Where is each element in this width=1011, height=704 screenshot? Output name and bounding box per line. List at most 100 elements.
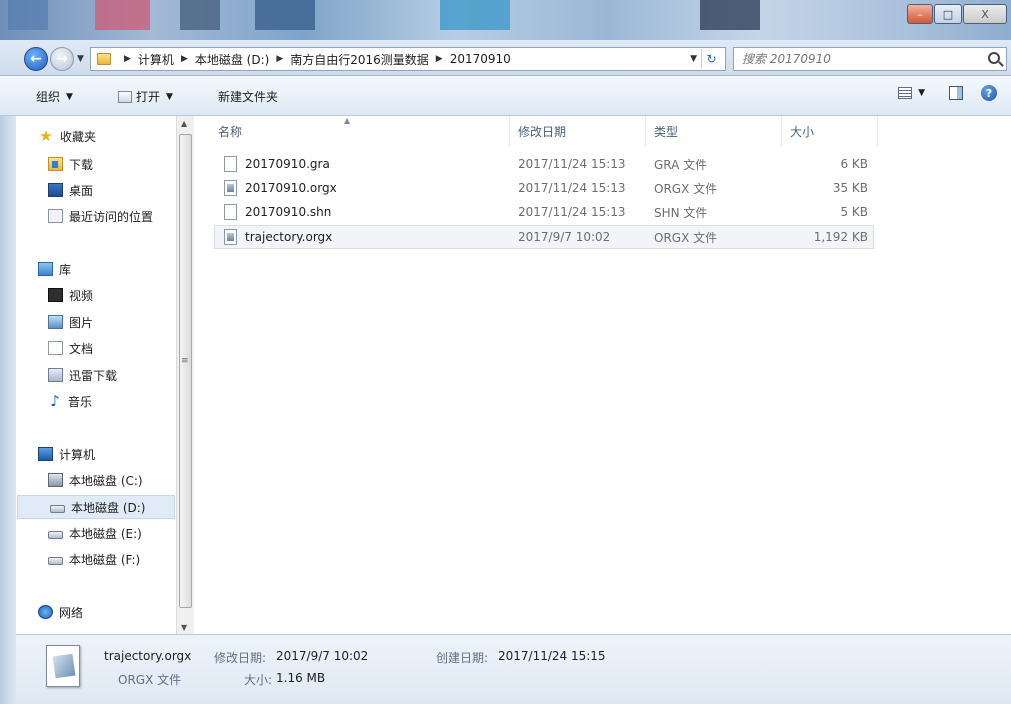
nav-pictures[interactable]: 图片 [16,310,176,334]
nav-label: 本地磁盘 (C:) [69,473,143,488]
file-size: 5 KB [840,205,868,219]
file-name-cell: 20170910.shn [224,201,331,223]
maximize-button[interactable]: □ [934,4,962,24]
video-icon [48,288,63,302]
file-modified: 2017/11/24 15:13 [518,205,626,219]
forward-button[interactable]: → [50,47,74,71]
open-menu[interactable]: 打开 ▼ [118,88,173,105]
nav-computer[interactable]: 计算机 [16,442,176,466]
nav-label: 本地磁盘 (D:) [71,500,146,515]
chevron-right-icon[interactable]: ▶ [181,54,188,64]
nav-disk-d[interactable]: 本地磁盘 (D:) [17,495,175,519]
nav-label: 桌面 [69,183,94,198]
orgx-file-icon [224,229,237,245]
nav-network[interactable]: 网络 [16,600,176,624]
star-icon: ★ [39,127,53,145]
nav-disk-e[interactable]: 本地磁盘 (E:) [16,521,176,545]
table-row[interactable]: 20170910.gra 2017/11/24 15:13 GRA 文件 6 K… [214,153,874,177]
nav-label: 最近访问的位置 [69,209,154,224]
file-list: ▲ 名称 修改日期 类型 大小 20170910.gra 2017/11/24 … [196,116,1007,634]
column-label: 修改日期 [518,124,567,139]
nav-music[interactable]: ♪ 音乐 [16,389,176,413]
search-icon[interactable] [988,52,1000,64]
xunlei-download-icon [48,368,63,382]
nav-label: 网络 [59,605,84,620]
window-title-bar: – □ X [0,0,1011,40]
nav-label: 收藏夹 [60,129,97,144]
scroll-down-icon[interactable]: ▼ [181,623,187,632]
details-pane: trajectory.orgx 修改日期: 2017/9/7 10:02 ORG… [16,634,1011,704]
nav-xunlei[interactable]: 迅雷下载 [16,363,176,387]
view-controls: ▼ ? [898,85,997,101]
new-folder-button[interactable]: 新建文件夹 [218,88,278,105]
breadcrumb-computer[interactable]: 计算机 [138,51,174,68]
help-icon[interactable]: ? [981,85,997,101]
column-label: 大小 [790,124,815,139]
navigation-scrollbar[interactable]: ▲ ≡ ▼ [176,116,194,634]
music-icon: ♪ [50,392,60,410]
breadcrumb-current[interactable]: 20170910 [450,52,511,66]
nav-downloads[interactable]: 下载 [16,152,176,176]
file-type: ORGX 文件 [654,181,718,196]
nav-disk-f[interactable]: 本地磁盘 (F:) [16,547,176,571]
table-row[interactable]: 20170910.shn 2017/11/24 15:13 SHN 文件 5 K… [214,201,874,225]
chevron-right-icon[interactable]: ▶ [276,54,283,64]
details-size-value: 1.16 MB [276,671,326,685]
open-label: 打开 [136,90,161,104]
nav-desktop[interactable]: 桌面 [16,178,176,202]
desktop-glass-4 [255,0,315,30]
computer-icon [38,447,53,461]
chevron-right-icon[interactable]: ▶ [124,54,131,64]
nav-disk-c[interactable]: 本地磁盘 (C:) [16,468,176,492]
nav-videos[interactable]: 视频 [16,283,176,307]
preview-pane-icon[interactable] [949,86,963,100]
search-box[interactable] [733,47,1007,71]
search-input[interactable] [734,52,974,66]
table-row[interactable]: 20170910.orgx 2017/11/24 15:13 ORGX 文件 3… [214,177,874,201]
chevron-right-icon[interactable]: ▶ [436,54,443,64]
desktop-glass-3 [180,0,220,30]
column-label: 类型 [654,124,679,139]
column-header-type[interactable]: 类型 [646,116,782,146]
nav-label: 计算机 [59,447,96,462]
scroll-up-icon[interactable]: ▲ [181,119,187,128]
view-options-icon[interactable] [898,87,913,99]
file-name: trajectory.orgx [245,230,333,244]
disk-drive-icon [50,505,65,513]
refresh-icon[interactable]: ↻ [701,49,721,69]
file-name: 20170910.orgx [245,181,337,195]
window-controls: – □ X [906,4,1007,24]
details-modified-value: 2017/9/7 10:02 [276,649,369,663]
details-modified-label: 修改日期: [214,651,267,665]
chevron-down-icon[interactable]: ▼ [918,88,925,98]
breadcrumb-disk-d[interactable]: 本地磁盘 (D:) [195,51,269,68]
column-header-name[interactable]: 名称 [210,116,510,146]
minimize-button[interactable]: – [907,4,933,24]
file-type: ORGX 文件 [654,230,718,245]
desktop-icon [48,183,63,197]
nav-documents[interactable]: 文档 [16,336,176,360]
nav-recent[interactable]: 最近访问的位置 [16,204,176,228]
back-button[interactable]: ← [24,47,48,71]
address-bar[interactable]: ▶ 计算机 ▶ 本地磁盘 (D:) ▶ 南方自由行2016测量数据 ▶ 2017… [90,47,726,71]
table-row[interactable]: trajectory.orgx 2017/9/7 10:02 ORGX 文件 1… [214,225,874,249]
scrollbar-thumb[interactable] [179,134,192,608]
close-button[interactable]: X [963,4,1007,24]
file-size: 35 KB [832,181,868,195]
desktop-glass-2 [95,0,150,30]
desktop-glass-6 [700,0,760,30]
address-dropdown-icon[interactable]: ▼ [690,54,697,64]
file-name-cell: 20170910.gra [224,153,330,175]
library-icon [38,262,53,276]
orgx-file-icon [46,645,80,687]
nav-libraries[interactable]: 库 [16,257,176,281]
nav-favorites[interactable]: ★ 收藏夹 [16,124,176,148]
column-header-size[interactable]: 大小 [782,116,878,146]
scrollbar-grip-icon: ≡ [181,356,189,366]
breadcrumb: ▶ 计算机 ▶ 本地磁盘 (D:) ▶ 南方自由行2016测量数据 ▶ 2017… [117,51,511,68]
column-header-modified[interactable]: 修改日期 [510,116,646,146]
breadcrumb-survey-data[interactable]: 南方自由行2016测量数据 [290,51,429,68]
recent-pages-dropdown[interactable]: ▼ [77,54,84,64]
orgx-file-icon [224,180,237,196]
organize-menu[interactable]: 组织 ▼ [36,88,73,105]
